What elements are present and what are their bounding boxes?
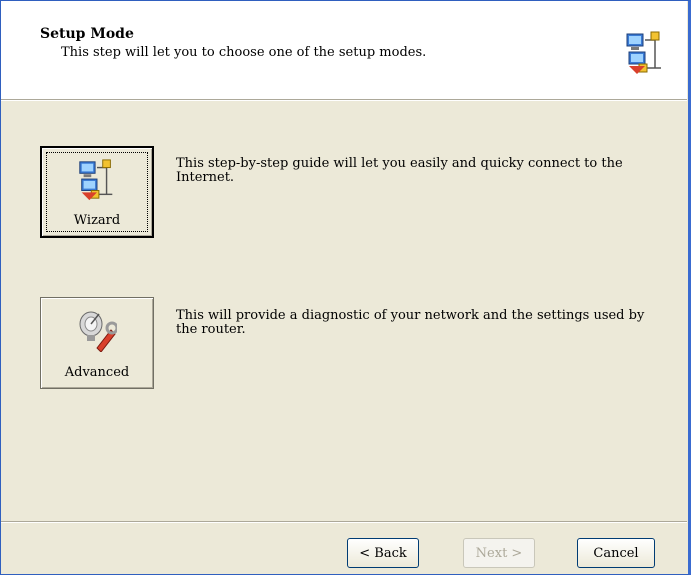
wizard-button-label: Wizard — [73, 213, 121, 228]
satellite-wrench-icon — [77, 308, 119, 356]
next-button[interactable]: Next > — [463, 538, 535, 568]
footer-divider-highlight — [1, 522, 687, 523]
network-computers-icon — [612, 17, 678, 89]
dialog-header: Setup Mode This step will let you to cho… — [1, 1, 687, 100]
page-title: Setup Mode — [40, 26, 134, 42]
advanced-button-label: Advanced — [64, 365, 130, 380]
back-button[interactable]: < Back — [347, 538, 419, 568]
network-computers-icon — [77, 158, 117, 206]
page-subtitle: This step will let you to choose one of … — [61, 45, 427, 60]
setup-dialog: Setup Mode This step will let you to cho… — [0, 0, 691, 575]
header-divider — [1, 100, 687, 101]
wizard-button[interactable]: Wizard — [40, 146, 154, 238]
advanced-description: This will provide a diagnostic of your n… — [176, 308, 645, 337]
cancel-button[interactable]: Cancel — [577, 538, 655, 568]
advanced-button[interactable]: Advanced — [40, 297, 154, 389]
wizard-description: This step-by-step guide will let you eas… — [176, 156, 623, 185]
